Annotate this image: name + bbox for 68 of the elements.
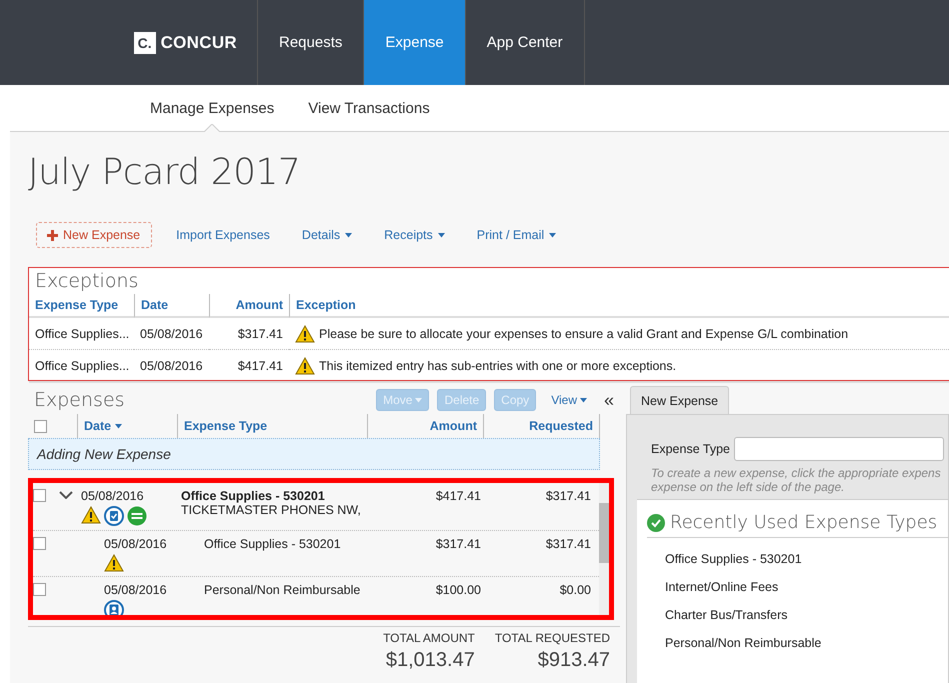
chevron-down-icon[interactable] [59, 491, 73, 499]
column-header[interactable]: Exception [289, 294, 949, 318]
toolbar-link[interactable]: Import Expenses [176, 228, 270, 242]
row-checkbox[interactable] [33, 489, 46, 502]
total-value: $913.47 [538, 649, 610, 672]
table-cell: $417.41 [209, 350, 289, 383]
check-icon [647, 514, 665, 532]
amount-text: $417.41 [434, 488, 482, 505]
requested-text: $317.41 [544, 536, 592, 553]
toolbar-link[interactable]: Print / Email [476, 228, 556, 242]
action-button[interactable]: View [544, 389, 594, 411]
table-cell: Office Supplies... [29, 350, 134, 383]
expense-type-text: Office Supplies - 530201 [204, 537, 341, 551]
row-checkbox[interactable] [33, 537, 46, 550]
date-text: 05/08/2016 [104, 583, 167, 597]
adding-row[interactable]: Adding New Expense [28, 438, 600, 470]
total-value: $1,013.47 [386, 649, 475, 672]
expense-row[interactable]: 05/08/2016 Office Supplies - 530201 TICKETMASTER PHONES NW, $417.41 $317.41 [33, 483, 599, 531]
field-label: Expense Type [651, 442, 730, 456]
requested-text: $317.41 [544, 488, 592, 505]
panel-title: Exceptions [34, 269, 140, 294]
sub-tab[interactable]: Manage Expenses [150, 85, 274, 131]
amount-text: $100.00 [434, 582, 482, 599]
warning-icon [295, 325, 315, 343]
expense-type-field[interactable] [734, 437, 944, 461]
nav-tab[interactable]: Expense [364, 0, 466, 85]
table-cell: 05/08/2016 [134, 350, 209, 383]
logo-mark: C. [134, 32, 156, 54]
scrollbar[interactable] [599, 483, 609, 615]
expense-row[interactable]: 05/08/2016 Personal/Non Reimbursable $100.00 $0.00 [33, 577, 599, 615]
expense-type-link[interactable]: Personal/Non Reimbursable [665, 636, 822, 650]
collapse-button[interactable]: « [604, 390, 614, 410]
logo-text: CONCUR [160, 32, 237, 52]
row-checkbox[interactable] [33, 583, 46, 596]
section-title: Recently Used Expense Types [670, 512, 938, 533]
exception-message: This itemized entry has sub-entries with one or more exceptions. [319, 359, 676, 373]
hint-text: To create a new expense, click the appropriate expens expense on the left side of the page. [650, 466, 942, 494]
toolbar-link[interactable]: Receipts [384, 228, 445, 242]
date-text: 05/08/2016 [81, 489, 144, 503]
expense-row[interactable]: 05/08/2016 Office Supplies - 530201 $317.41 $317.41 [33, 531, 599, 577]
sub-tab[interactable]: View Transactions [308, 85, 430, 131]
select-all-checkbox[interactable] [34, 420, 47, 432]
panel-tab[interactable]: New Expense [630, 386, 730, 414]
nav-tab[interactable]: App Center [466, 0, 585, 85]
plus-icon [47, 230, 58, 240]
expense-type-link[interactable]: Internet/Online Fees [665, 580, 778, 594]
page-title: July Pcard 2017 [28, 151, 302, 195]
vendor-text: TICKETMASTER PHONES NW, [181, 503, 362, 517]
total-label: TOTAL AMOUNT [383, 631, 475, 645]
column-header[interactable]: Amount [209, 294, 289, 318]
expense-type-link[interactable]: Charter Bus/Transfers [665, 608, 788, 622]
warning-icon [295, 357, 315, 375]
expense-type-link[interactable]: Office Supplies - 530201 [665, 552, 802, 566]
total-label: TOTAL REQUESTED [494, 631, 610, 645]
column-header[interactable]: Expense Type [29, 294, 134, 318]
table-cell: Office Supplies... [29, 318, 134, 350]
expense-type-text: Personal/Non Reimbursable [204, 583, 360, 597]
table-cell: 05/08/2016 [134, 318, 209, 350]
date-text: 05/08/2016 [104, 537, 167, 551]
table-cell: $317.41 [209, 318, 289, 350]
exception-message: Please be sure to allocate your expenses to ensure a valid Grant and Expense G/L combination [319, 327, 848, 341]
requested-text: $0.00 [558, 582, 592, 599]
expense-type-text: Office Supplies - 530201 [181, 489, 326, 503]
panel-title: Expenses [33, 388, 126, 413]
new-expense-button[interactable]: New Expense [36, 222, 152, 248]
column-header[interactable]: Date [134, 294, 209, 318]
amount-text: $317.41 [434, 536, 482, 553]
toolbar-link[interactable]: Details [302, 228, 352, 242]
